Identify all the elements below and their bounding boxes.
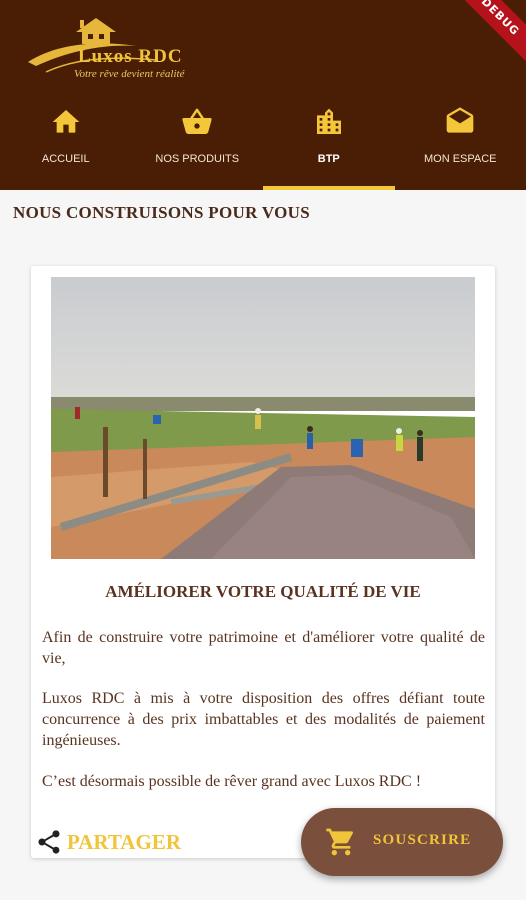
share-label: PARTAGER (67, 829, 181, 854)
subscribe-fab[interactable]: SOUSCRIRE (301, 808, 503, 876)
share-button[interactable]: PARTAGER (35, 826, 181, 858)
nav-tab-accueil[interactable]: ACCUEIL (0, 92, 132, 190)
share-icon (38, 830, 60, 854)
nav-tab-nos-produits[interactable]: NOS PRODUITS (132, 92, 264, 190)
card-paragraph-3: C’est désormais possible de rêver grand … (42, 773, 422, 790)
nav-tab-label: NOS PRODUITS (155, 153, 240, 165)
construction-photo (51, 277, 475, 559)
card-heading: AMÉLIORER VOTRE QUALITÉ DE VIE (105, 582, 421, 601)
nav-tab-mon-espace[interactable]: MON ESPACE (395, 92, 526, 190)
nav-tab-label: BTP (317, 153, 340, 165)
home-icon (52, 110, 80, 133)
debug-banner: DEBUG (448, 0, 526, 69)
subscribe-label: SOUSCRIRE (373, 832, 472, 848)
content-card: AMÉLIORER VOTRE QUALITÉ DE VIE Afin de c… (31, 266, 495, 858)
cart-icon (326, 828, 354, 856)
app-header: DEBUG Luxos RDC Votre rêve devient réali… (0, 0, 526, 190)
nav-tab-label: ACCUEIL (41, 153, 90, 165)
envelope-icon (446, 107, 474, 133)
buildings-icon (316, 108, 341, 134)
card-paragraph-1: Afin de construire votre patrimoine et d… (42, 629, 485, 667)
nav-tab-label: MON ESPACE (423, 153, 497, 165)
logo-tagline: Votre rêve devient réalité (74, 68, 185, 80)
logo: Luxos RDC Votre rêve devient réalité (26, 14, 226, 84)
logo-name: Luxos RDC (78, 46, 183, 67)
nav-tab-btp[interactable]: BTP (263, 92, 395, 190)
active-tab-indicator (263, 186, 395, 190)
card-paragraph-2: Luxos RDC à mis à votre disposition des … (42, 690, 485, 749)
section-title: NOUS CONSTRUISONS POUR VOUS (13, 203, 310, 222)
top-nav: ACCUEIL NOS PRODUITS BTP MON ESPACE (0, 92, 526, 190)
construction-site-image (51, 277, 475, 559)
basket-icon (182, 108, 212, 134)
